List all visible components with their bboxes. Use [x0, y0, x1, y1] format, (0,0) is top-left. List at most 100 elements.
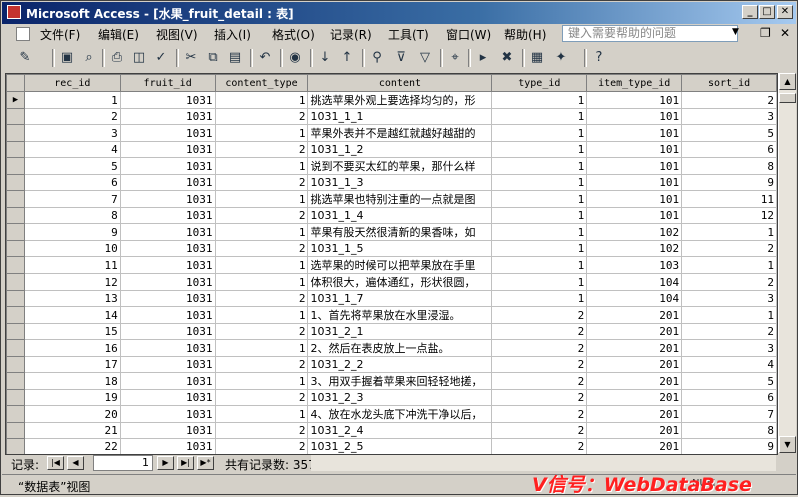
cell-content-type[interactable]: 2: [214, 174, 309, 191]
cell-content[interactable]: 挑选苹果也特别注重的一点就是图: [307, 190, 493, 208]
cell-item-type-id[interactable]: 101: [586, 108, 683, 125]
table-row[interactable]: 2 1031 2 1031_1_1 1 101 3: [6, 108, 777, 125]
cell-item-type-id[interactable]: 102: [586, 223, 683, 241]
delete-record-icon[interactable]: ✖: [498, 49, 516, 67]
table-row[interactable]: 9 1031 1 苹果有股天然很清新的果香味，如 1 102 1: [6, 223, 777, 241]
cell-fruit-id[interactable]: 1031: [119, 240, 216, 257]
cell-rec-id[interactable]: 1: [23, 91, 121, 109]
cell-content-type[interactable]: 1: [214, 339, 309, 357]
cell-content-type[interactable]: 1: [214, 256, 309, 274]
cell-content-type[interactable]: 1: [214, 124, 309, 142]
cell-content[interactable]: 1031_2_2: [307, 356, 493, 373]
doc-close-button[interactable]: ✕: [780, 26, 790, 40]
cell-fruit-id[interactable]: 1031: [119, 108, 216, 125]
cell-fruit-id[interactable]: 1031: [119, 356, 216, 373]
cell-item-type-id[interactable]: 101: [586, 91, 683, 109]
maximize-button[interactable]: □: [759, 5, 775, 19]
cut-icon[interactable]: ✂: [182, 49, 200, 67]
column-header[interactable]: item_type_id: [586, 74, 683, 92]
cell-rec-id[interactable]: 5: [23, 157, 121, 175]
cell-content[interactable]: 1031_1_3: [307, 174, 493, 191]
cell-rec-id[interactable]: 16: [23, 339, 121, 357]
cell-rec-id[interactable]: 2: [23, 108, 121, 125]
cell-content-type[interactable]: 1: [214, 190, 309, 208]
cell-content[interactable]: 挑选苹果外观上要选择均匀的，形: [307, 91, 493, 109]
cell-fruit-id[interactable]: 1031: [119, 372, 216, 390]
row-selector[interactable]: [6, 207, 25, 224]
table-row[interactable]: 10 1031 2 1031_1_5 1 102 2: [6, 240, 777, 257]
cell-item-type-id[interactable]: 101: [586, 157, 683, 175]
cell-content[interactable]: 4、放在水龙头底下冲洗干净以后，: [307, 405, 493, 423]
cell-content-type[interactable]: 1: [214, 157, 309, 175]
cell-rec-id[interactable]: 3: [23, 124, 121, 142]
cell-item-type-id[interactable]: 201: [586, 438, 683, 454]
cell-fruit-id[interactable]: 1031: [119, 422, 216, 439]
cell-content-type[interactable]: 2: [214, 422, 309, 439]
cell-content[interactable]: 2、然后在表皮放上一点盐。: [307, 339, 493, 357]
cell-sort-id[interactable]: 2: [681, 240, 777, 257]
cell-fruit-id[interactable]: 1031: [119, 141, 216, 158]
cell-sort-id[interactable]: 3: [681, 339, 777, 357]
cell-sort-id[interactable]: 6: [681, 389, 777, 406]
cell-sort-id[interactable]: 5: [681, 124, 777, 142]
first-record-icon[interactable]: |◀: [47, 456, 64, 470]
cell-rec-id[interactable]: 18: [23, 372, 121, 390]
document-icon[interactable]: [16, 27, 30, 41]
row-selector[interactable]: [6, 273, 25, 291]
current-record-input[interactable]: 1: [93, 455, 153, 471]
cell-sort-id[interactable]: 12: [681, 207, 777, 224]
table-row[interactable]: 14 1031 1 1、首先将苹果放在水里浸湿。 2 201 1: [6, 306, 777, 324]
cell-rec-id[interactable]: 19: [23, 389, 121, 406]
cell-content-type[interactable]: 2: [214, 389, 309, 406]
hyperlink-icon[interactable]: ◉: [286, 49, 304, 67]
design-view-icon[interactable]: ✎: [16, 49, 34, 67]
column-header[interactable]: content: [307, 74, 493, 92]
apply-filter-icon[interactable]: ▽: [416, 49, 434, 67]
cell-item-type-id[interactable]: 201: [586, 372, 683, 390]
menu-format[interactable]: 格式(O): [272, 26, 315, 43]
cell-content-type[interactable]: 2: [214, 356, 309, 373]
cell-sort-id[interactable]: 1: [681, 256, 777, 274]
cell-rec-id[interactable]: 4: [23, 141, 121, 158]
menu-file[interactable]: 文件(F): [40, 26, 80, 43]
cell-type-id[interactable]: 1: [491, 157, 588, 175]
cell-content-type[interactable]: 1: [214, 223, 309, 241]
cell-content-type[interactable]: 2: [214, 207, 309, 224]
cell-fruit-id[interactable]: 1031: [119, 290, 216, 307]
cell-sort-id[interactable]: 3: [681, 290, 777, 307]
new-record-nav-icon[interactable]: ▶*: [197, 456, 214, 470]
cell-sort-id[interactable]: 4: [681, 356, 777, 373]
cell-sort-id[interactable]: 8: [681, 422, 777, 439]
column-header[interactable]: type_id: [491, 74, 588, 92]
menu-records[interactable]: 记录(R): [330, 26, 372, 43]
help-dropdown-icon[interactable]: ▼: [732, 27, 739, 37]
undo-icon[interactable]: ↶: [256, 49, 274, 67]
cell-sort-id[interactable]: 9: [681, 174, 777, 191]
cell-item-type-id[interactable]: 201: [586, 356, 683, 373]
cell-fruit-id[interactable]: 1031: [119, 124, 216, 142]
print-preview-icon[interactable]: ◫: [130, 49, 148, 67]
menu-view[interactable]: 视图(V): [156, 26, 198, 43]
cell-sort-id[interactable]: 8: [681, 157, 777, 175]
cell-fruit-id[interactable]: 1031: [119, 438, 216, 454]
cell-content[interactable]: 1031_2_1: [307, 323, 493, 340]
scroll-thumb[interactable]: [779, 93, 796, 103]
cell-item-type-id[interactable]: 101: [586, 124, 683, 142]
row-selector[interactable]: [6, 240, 25, 257]
cell-content[interactable]: 1、首先将苹果放在水里浸湿。: [307, 306, 493, 324]
cell-rec-id[interactable]: 21: [23, 422, 121, 439]
cell-type-id[interactable]: 2: [491, 438, 588, 454]
cell-sort-id[interactable]: 2: [681, 91, 777, 109]
cell-content[interactable]: 1031_1_1: [307, 108, 493, 125]
table-row[interactable]: 11 1031 1 选苹果的时候可以把苹果放在手里 1 103 1: [6, 256, 777, 274]
cell-content-type[interactable]: 2: [214, 141, 309, 158]
table-row[interactable]: 4 1031 2 1031_1_2 1 101 6: [6, 141, 777, 158]
cell-content[interactable]: 1031_1_7: [307, 290, 493, 307]
row-selector[interactable]: [6, 323, 25, 340]
menu-insert[interactable]: 插入(I): [214, 26, 251, 43]
cell-sort-id[interactable]: 7: [681, 405, 777, 423]
cell-sort-id[interactable]: 2: [681, 323, 777, 340]
print-icon[interactable]: ⎙: [108, 49, 126, 67]
next-record-icon[interactable]: ▶: [157, 456, 174, 470]
cell-content-type[interactable]: 2: [214, 240, 309, 257]
